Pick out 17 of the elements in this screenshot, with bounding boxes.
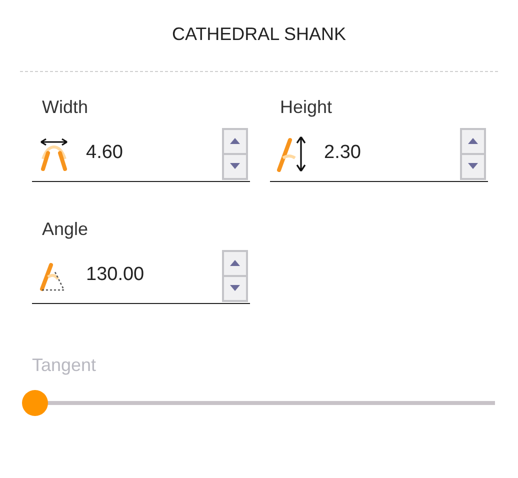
field-label: Height	[280, 96, 334, 119]
number-field[interactable]: 130.00	[32, 248, 250, 304]
up-arrow-icon	[230, 260, 240, 266]
field-value: 4.60	[86, 141, 124, 166]
field-label: Angle	[42, 218, 90, 241]
up-arrow-icon	[468, 138, 478, 144]
panel-title: CATHEDRAL SHANK	[172, 23, 346, 46]
down-arrow-icon	[230, 285, 240, 291]
field-value: 2.30	[324, 141, 362, 166]
number-field[interactable]: 4.60	[32, 126, 250, 182]
slider-label: Tangent	[32, 354, 98, 377]
down-arrow-icon	[230, 163, 240, 169]
field-label: Width	[42, 96, 90, 119]
down-arrow-icon	[468, 163, 478, 169]
up-arrow-icon	[230, 138, 240, 144]
field-value: 130.00	[86, 263, 146, 288]
number-field[interactable]: 2.30	[270, 126, 488, 182]
